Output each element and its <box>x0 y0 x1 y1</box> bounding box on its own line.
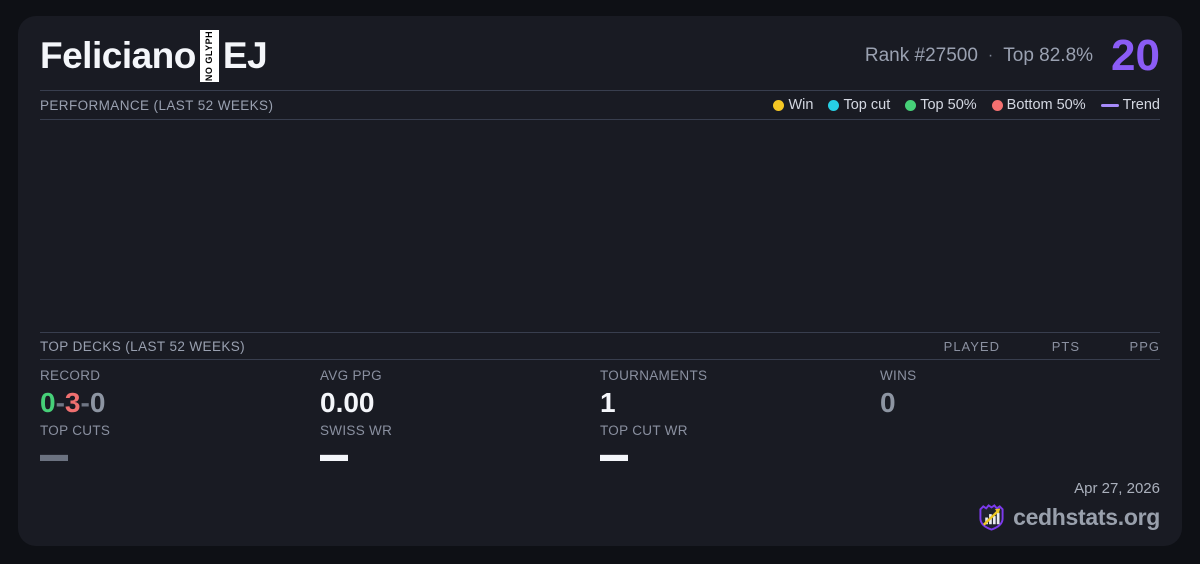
player-suffix: EJ <box>222 35 268 76</box>
top-decks-header-row: TOP DECKS (LAST 52 WEEKS) PLAYED PTS PPG <box>40 333 1160 359</box>
column-header-ppg: PPG <box>1129 338 1160 354</box>
legend-label: Win <box>788 97 814 113</box>
missing-glyph-box: NO GLYPH <box>199 30 219 82</box>
record-draws: 0 <box>89 387 106 418</box>
performance-header-row: PERFORMANCE (LAST 52 WEEKS) Win Top cut … <box>40 91 1160 119</box>
record-losses: 3 <box>64 387 81 418</box>
stat-tournaments: TOURNAMENTS 1 <box>600 368 880 419</box>
stat-wins: WINS 0 <box>880 368 1160 419</box>
tournaments-value: 1 <box>600 387 616 418</box>
top-decks-column-headers: PLAYED PTS PPG <box>920 339 1160 354</box>
performance-section-title: PERFORMANCE (LAST 52 WEEKS) <box>40 97 274 113</box>
stat-label: RECORD <box>40 368 101 383</box>
stat-label: WINS <box>880 368 917 383</box>
avg-ppg-value: 0.00 <box>320 387 375 418</box>
stat-label: TOP CUTS <box>40 423 111 438</box>
legend-label: Trend <box>1122 97 1160 113</box>
stat-label: TOURNAMENTS <box>600 368 708 383</box>
stat-record: RECORD 0-3-0 <box>40 368 320 419</box>
legend-label: Top 50% <box>920 97 977 113</box>
top-percent: Top 82.8% <box>1003 44 1094 66</box>
record-separator: - <box>80 387 90 418</box>
legend-item-top50[interactable]: Top 50% <box>905 97 977 113</box>
swiss-wr-value: — <box>320 419 348 488</box>
legend-label: Bottom 50% <box>1006 97 1086 113</box>
page-title: Feliciano NO GLYPH EJ <box>40 30 268 82</box>
rank-line: Rank #27500 · Top 82.8% <box>865 45 1093 67</box>
player-stats-card: Feliciano NO GLYPH EJ Rank #27500 · Top … <box>18 16 1182 546</box>
record-separator: - <box>55 387 65 418</box>
player-name: Feliciano <box>40 35 196 76</box>
site-name: cedhstats.org <box>1013 504 1160 530</box>
trend-line-icon <box>1100 103 1119 107</box>
record-wins: 0 <box>40 387 56 418</box>
card-header: Feliciano NO GLYPH EJ Rank #27500 · Top … <box>40 16 1160 90</box>
chart-legend: Win Top cut Top 50% Bottom 50% Trend <box>773 97 1160 113</box>
cedhstats-shield-logo-icon <box>979 504 1004 531</box>
bottom50-dot-icon <box>991 99 1003 111</box>
legend-label: Top cut <box>843 97 891 113</box>
site-brand: cedhstats.org <box>978 503 1160 532</box>
legend-item-win[interactable]: Win <box>773 97 813 113</box>
stats-grid: RECORD 0-3-0 AVG PPG 0.00 TOURNAMENTS 1 … <box>40 360 1160 546</box>
stat-swiss-wr: SWISS WR — <box>320 419 600 487</box>
rank-summary: Rank #27500 · Top 82.8% 20 <box>865 31 1160 81</box>
stat-top-cuts: TOP CUTS — <box>40 419 320 487</box>
top-cut-dot-icon <box>828 99 840 111</box>
legend-item-top-cut[interactable]: Top cut <box>828 97 890 113</box>
rank-separator: · <box>987 46 994 64</box>
stat-label: TOP CUT WR <box>600 423 688 438</box>
performance-chart-area <box>40 120 1160 332</box>
record-value: 0-3-0 <box>40 386 320 419</box>
card-footer: Apr 27, 2026 cedhstats.org <box>880 478 1160 532</box>
top-cut-wr-value: — <box>600 419 628 488</box>
legend-item-bottom50[interactable]: Bottom 50% <box>991 97 1086 113</box>
win-dot-icon <box>773 99 785 111</box>
column-header-played: PLAYED <box>943 338 1000 354</box>
missing-glyph-label: NO GLYPH <box>204 30 215 82</box>
wins-value: 0 <box>880 387 896 418</box>
stat-label: AVG PPG <box>320 368 382 383</box>
legend-item-trend[interactable]: Trend <box>1100 97 1160 113</box>
stat-avg-ppg: AVG PPG 0.00 <box>320 368 600 419</box>
top-cuts-value: — <box>40 419 68 488</box>
column-header-pts: PTS <box>1051 338 1080 354</box>
generated-date: Apr 27, 2026 <box>1074 480 1160 497</box>
stat-label: SWISS WR <box>320 423 393 438</box>
score-value: 20 <box>1111 31 1160 81</box>
top50-dot-icon <box>905 99 917 111</box>
stat-top-cut-wr: TOP CUT WR — <box>600 419 880 487</box>
rank-number: Rank #27500 <box>864 44 978 66</box>
top-decks-section-title: TOP DECKS (LAST 52 WEEKS) <box>40 338 246 354</box>
